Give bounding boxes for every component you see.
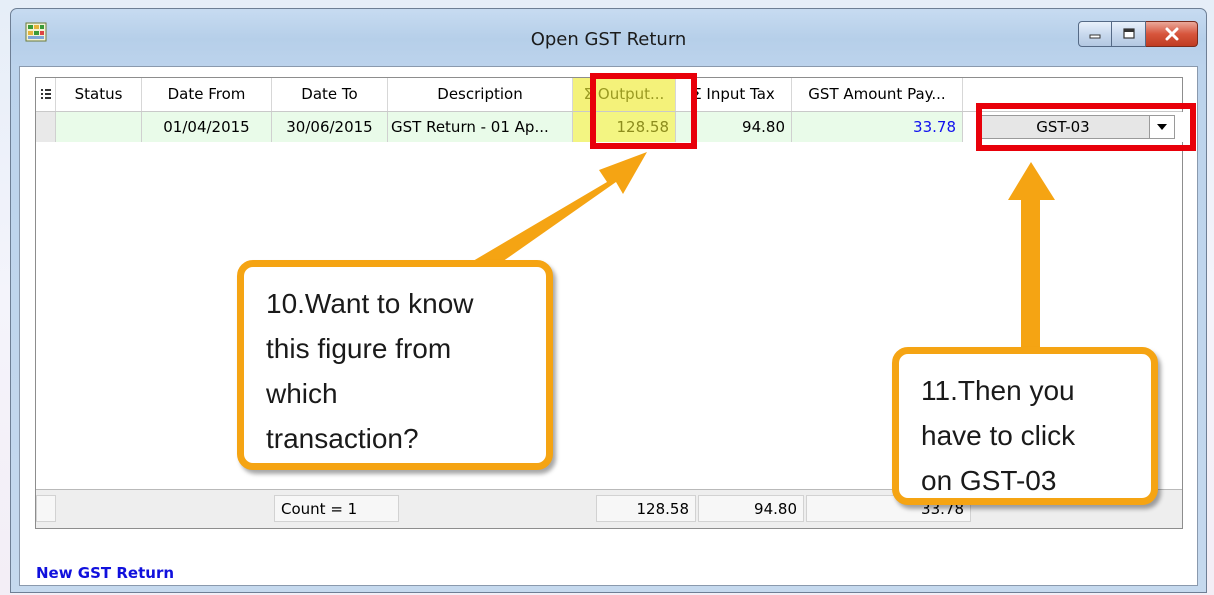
arrow-to-gst03 — [1008, 162, 1055, 350]
highlight-output-tax — [590, 73, 697, 149]
callout-step-11: 11.Then you have to click on GST-03 — [892, 347, 1158, 505]
highlight-gst03 — [976, 103, 1196, 151]
callout-step-10: 10.Want to know this figure from which t… — [237, 260, 553, 470]
arrow-to-output-tax — [473, 152, 647, 276]
